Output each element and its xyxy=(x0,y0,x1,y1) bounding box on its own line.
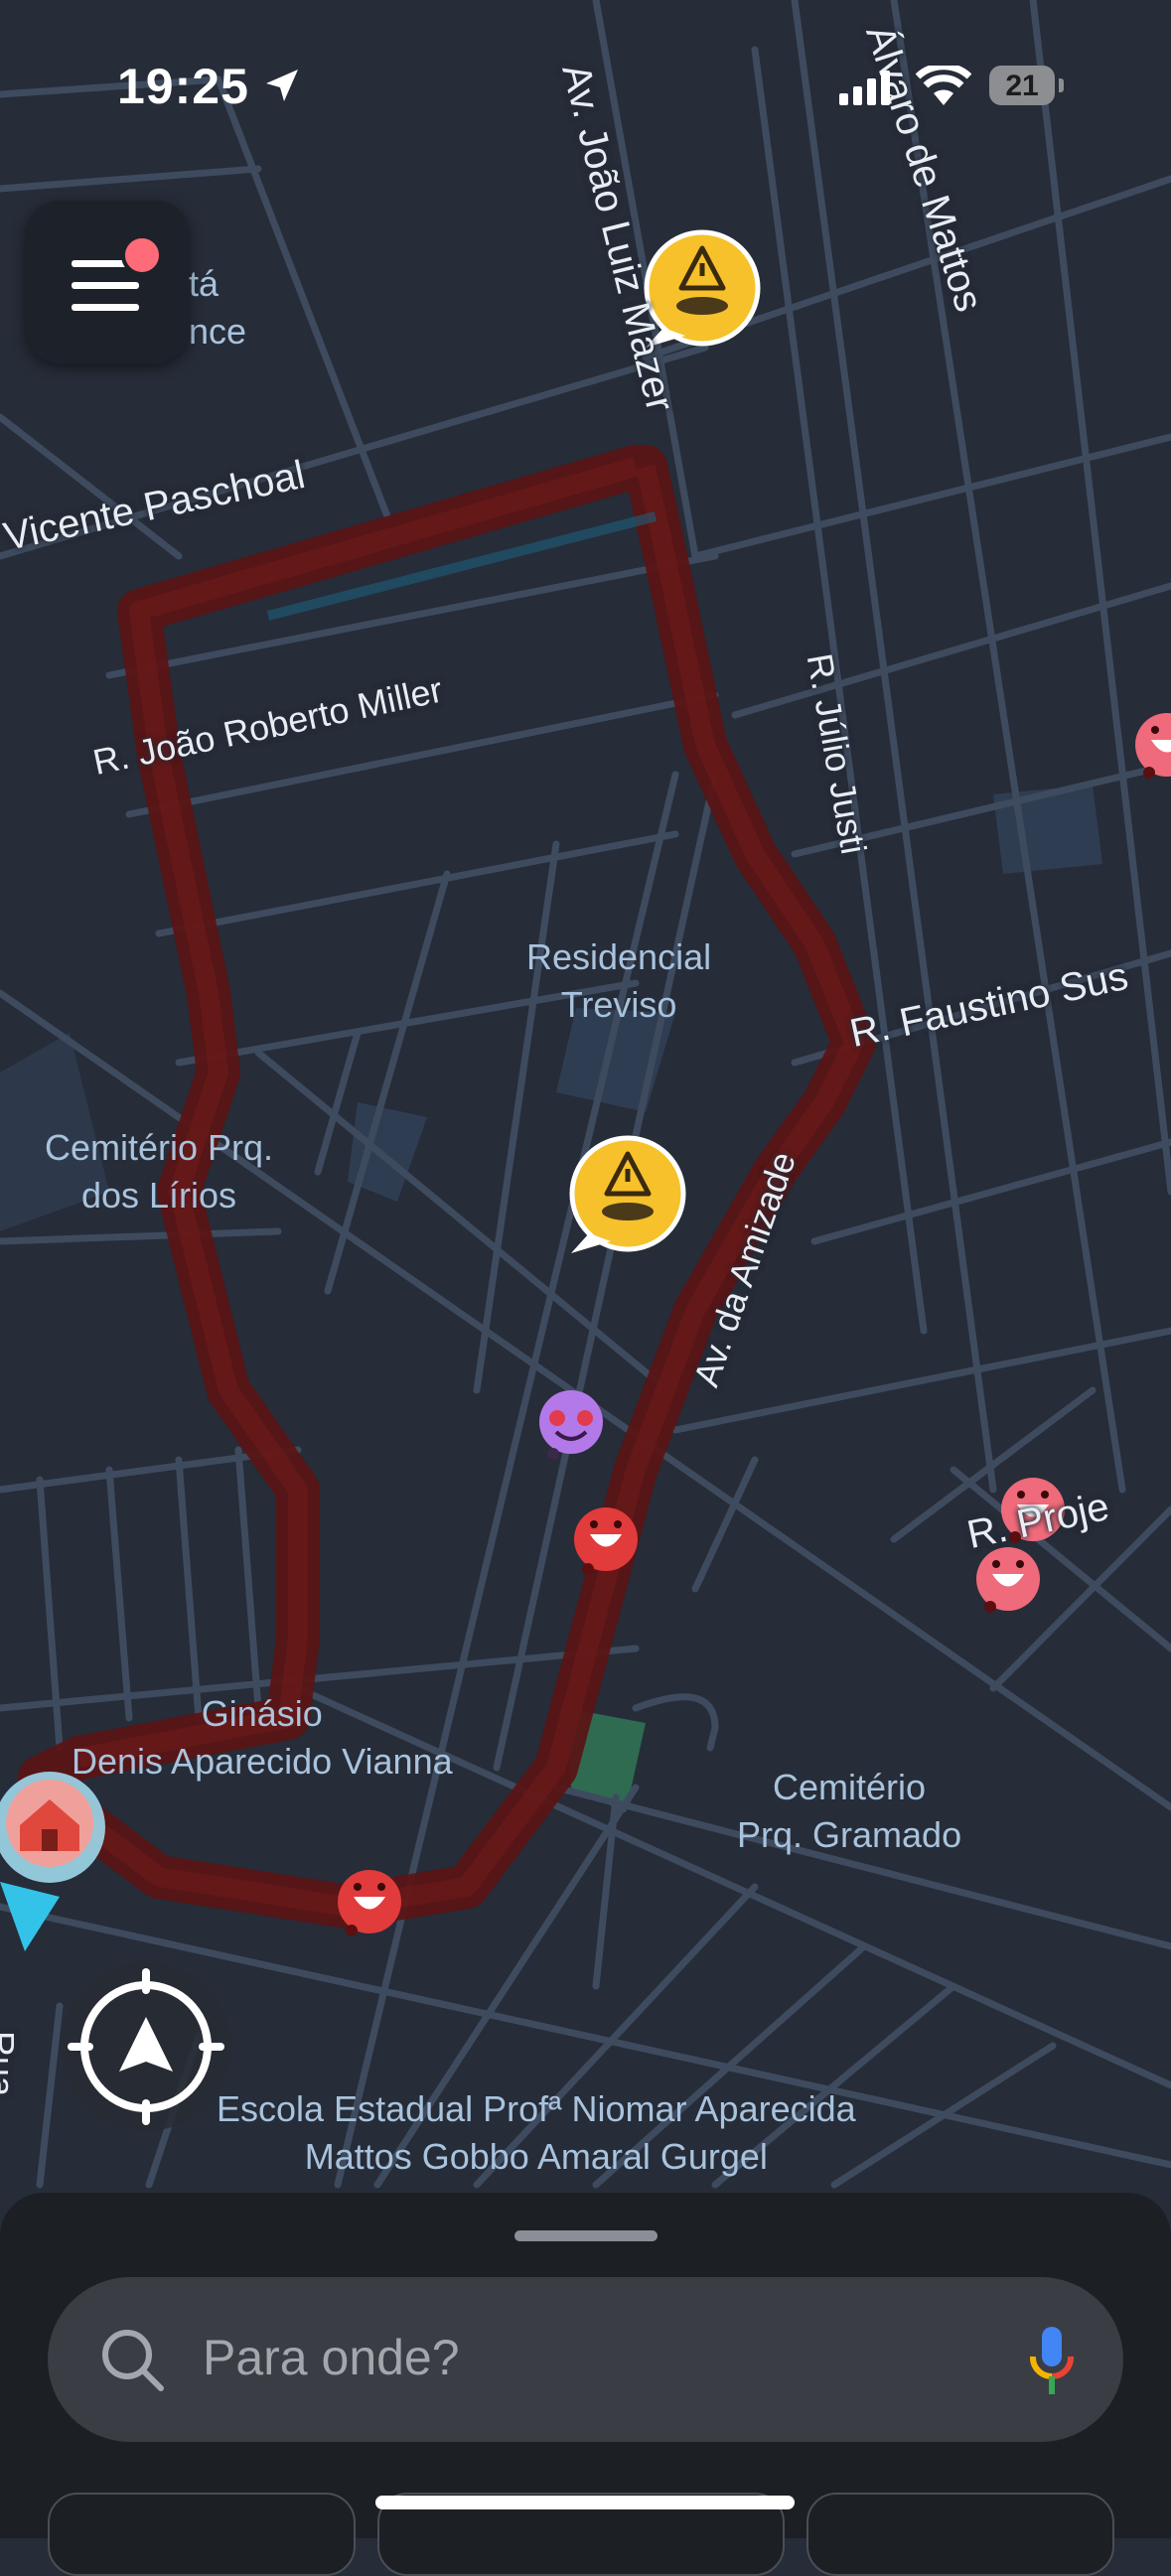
battery-level: 21 xyxy=(1005,70,1039,102)
place-label-residencial-treviso: Residencial Treviso xyxy=(526,936,712,1025)
sheet-grabber[interactable] xyxy=(514,2230,658,2241)
location-arrow-icon xyxy=(266,70,298,101)
wifi-icon xyxy=(916,66,971,105)
place-label-cemiterio-gramado: Cemitério Prq. Gramado xyxy=(737,1767,962,1855)
menu-button[interactable] xyxy=(26,201,189,363)
status-time: 19:25 xyxy=(117,59,249,114)
shortcut-chip-3[interactable] xyxy=(806,2493,1114,2576)
place-label-partial-ence: nce xyxy=(189,311,247,352)
recenter-button[interactable] xyxy=(62,1962,230,2131)
search-icon xyxy=(102,2330,164,2391)
place-label-escola: Escola Estadual Profª Niomar Aparecida M… xyxy=(217,2088,856,2177)
place-label-ginasio: Ginásio Denis Aparecido Vianna xyxy=(72,1693,453,1782)
search-bar[interactable]: Para onde? xyxy=(48,2277,1123,2442)
home-indicator[interactable] xyxy=(375,2496,795,2509)
status-bar: 19:25 21 xyxy=(0,0,1171,169)
place-label-partial-ita: tá xyxy=(189,263,220,304)
hazard-pothole-icon[interactable] xyxy=(569,1135,686,1253)
shortcut-chip-1[interactable] xyxy=(48,2493,356,2576)
place-label-cemiterio-lirios: Cemitério Prq. dos Lírios xyxy=(45,1127,274,1216)
battery-icon: 21 xyxy=(989,66,1064,105)
search-placeholder: Para onde? xyxy=(203,2330,460,2385)
microphone-icon[interactable] xyxy=(1027,2325,1077,2396)
street-label-partial-left: Rua xyxy=(0,2031,22,2097)
cellular-signal-icon xyxy=(839,71,890,105)
notification-dot xyxy=(121,234,163,276)
bottom-sheet[interactable]: Para onde? xyxy=(0,2193,1171,2576)
recenter-compass-icon xyxy=(68,1968,224,2125)
